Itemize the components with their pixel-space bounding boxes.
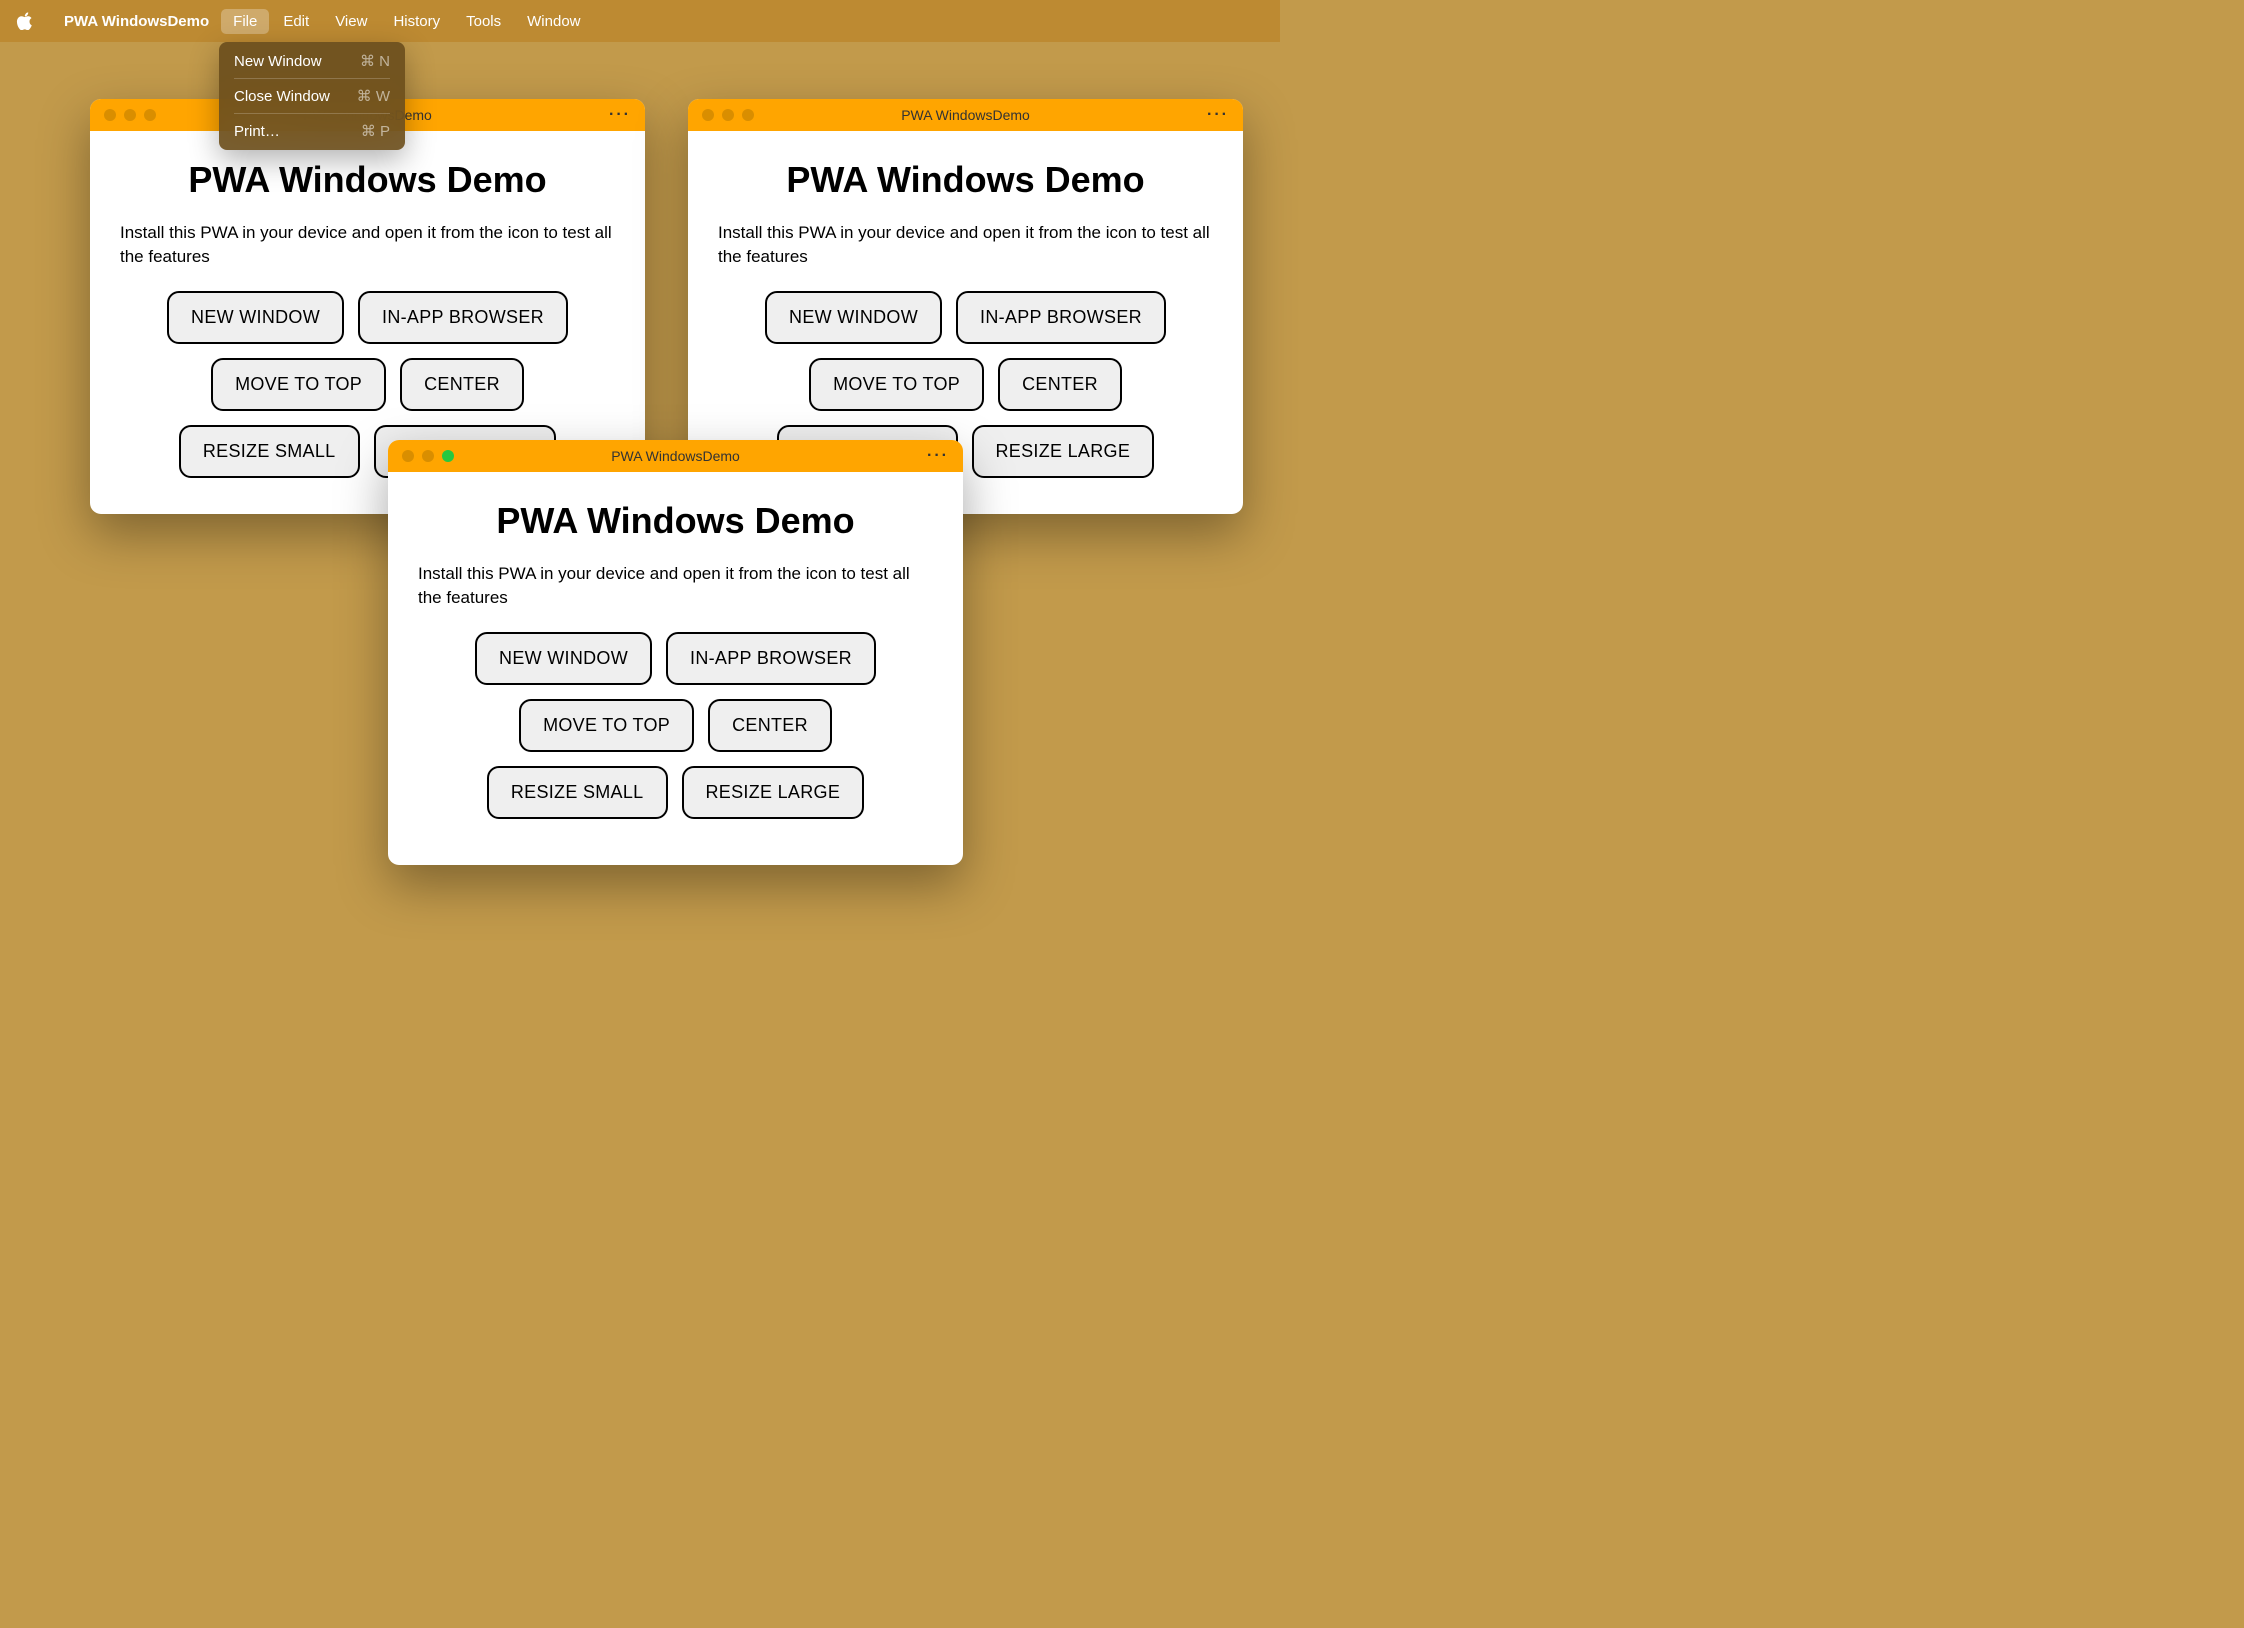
move-to-top-button[interactable]: MOVE TO TOP bbox=[211, 358, 386, 411]
new-window-button[interactable]: NEW WINDOW bbox=[167, 291, 344, 344]
menu-item-shortcut: ⌘ P bbox=[361, 122, 390, 140]
menu-item-label: New Window bbox=[234, 53, 322, 70]
move-to-top-button[interactable]: MOVE TO TOP bbox=[809, 358, 984, 411]
menu-item-close-window[interactable]: Close Window ⌘ W bbox=[224, 82, 400, 110]
center-button[interactable]: CENTER bbox=[400, 358, 524, 411]
resize-small-button[interactable]: RESIZE SMALL bbox=[179, 425, 360, 478]
menu-item-shortcut: ⌘ N bbox=[360, 52, 390, 70]
resize-large-button[interactable]: RESIZE LARGE bbox=[682, 766, 865, 819]
menubar-item-tools[interactable]: Tools bbox=[454, 9, 513, 34]
close-button[interactable] bbox=[702, 109, 714, 121]
close-button[interactable] bbox=[402, 450, 414, 462]
button-grid: NEW WINDOW IN-APP BROWSER MOVE TO TOP CE… bbox=[466, 632, 886, 819]
resize-small-button[interactable]: RESIZE SMALL bbox=[487, 766, 668, 819]
app-window-3-active[interactable]: PWA WindowsDemo ··· PWA Windows Demo Ins… bbox=[388, 440, 963, 865]
minimize-button[interactable] bbox=[722, 109, 734, 121]
new-window-button[interactable]: NEW WINDOW bbox=[475, 632, 652, 685]
page-description: Install this PWA in your device and open… bbox=[718, 221, 1213, 269]
window-title: PWA WindowsDemo bbox=[901, 107, 1030, 123]
maximize-button[interactable] bbox=[144, 109, 156, 121]
titlebar[interactable]: PWA WindowsDemo ··· bbox=[388, 440, 963, 472]
menubar-item-edit[interactable]: Edit bbox=[271, 9, 321, 34]
more-icon[interactable]: ··· bbox=[927, 447, 949, 465]
menubar-item-history[interactable]: History bbox=[381, 9, 452, 34]
in-app-browser-button[interactable]: IN-APP BROWSER bbox=[358, 291, 568, 344]
minimize-button[interactable] bbox=[124, 109, 136, 121]
file-menu-dropdown: New Window ⌘ N Close Window ⌘ W Print… ⌘… bbox=[219, 42, 405, 150]
in-app-browser-button[interactable]: IN-APP BROWSER bbox=[956, 291, 1166, 344]
maximize-button[interactable] bbox=[742, 109, 754, 121]
menu-item-label: Close Window bbox=[234, 88, 330, 105]
titlebar[interactable]: PWA WindowsDemo ··· bbox=[688, 99, 1243, 131]
maximize-button[interactable] bbox=[442, 450, 454, 462]
menu-item-new-window[interactable]: New Window ⌘ N bbox=[224, 47, 400, 75]
page-description: Install this PWA in your device and open… bbox=[418, 562, 933, 610]
menu-item-print[interactable]: Print… ⌘ P bbox=[224, 117, 400, 145]
apple-logo-icon[interactable] bbox=[16, 12, 32, 30]
page-description: Install this PWA in your device and open… bbox=[120, 221, 615, 269]
close-button[interactable] bbox=[104, 109, 116, 121]
page-title: PWA Windows Demo bbox=[718, 159, 1213, 201]
more-icon[interactable]: ··· bbox=[1207, 106, 1229, 124]
menu-separator bbox=[234, 113, 390, 114]
menubar-app-name[interactable]: PWA WindowsDemo bbox=[54, 9, 219, 34]
resize-large-button[interactable]: RESIZE LARGE bbox=[972, 425, 1155, 478]
system-menubar: PWA WindowsDemo File Edit View History T… bbox=[0, 0, 1280, 42]
traffic-lights bbox=[702, 109, 754, 121]
menubar-item-window[interactable]: Window bbox=[515, 9, 592, 34]
window-body: PWA Windows Demo Install this PWA in you… bbox=[388, 472, 963, 849]
center-button[interactable]: CENTER bbox=[708, 699, 832, 752]
menubar-item-file[interactable]: File bbox=[221, 9, 269, 34]
page-title: PWA Windows Demo bbox=[418, 500, 933, 542]
menu-item-shortcut: ⌘ W bbox=[357, 87, 390, 105]
in-app-browser-button[interactable]: IN-APP BROWSER bbox=[666, 632, 876, 685]
traffic-lights bbox=[104, 109, 156, 121]
page-title: PWA Windows Demo bbox=[120, 159, 615, 201]
new-window-button[interactable]: NEW WINDOW bbox=[765, 291, 942, 344]
menu-separator bbox=[234, 78, 390, 79]
minimize-button[interactable] bbox=[422, 450, 434, 462]
traffic-lights bbox=[402, 450, 454, 462]
menu-item-label: Print… bbox=[234, 123, 280, 140]
center-button[interactable]: CENTER bbox=[998, 358, 1122, 411]
move-to-top-button[interactable]: MOVE TO TOP bbox=[519, 699, 694, 752]
window-title: PWA WindowsDemo bbox=[611, 448, 740, 464]
menubar-item-view[interactable]: View bbox=[323, 9, 379, 34]
more-icon[interactable]: ··· bbox=[609, 106, 631, 124]
